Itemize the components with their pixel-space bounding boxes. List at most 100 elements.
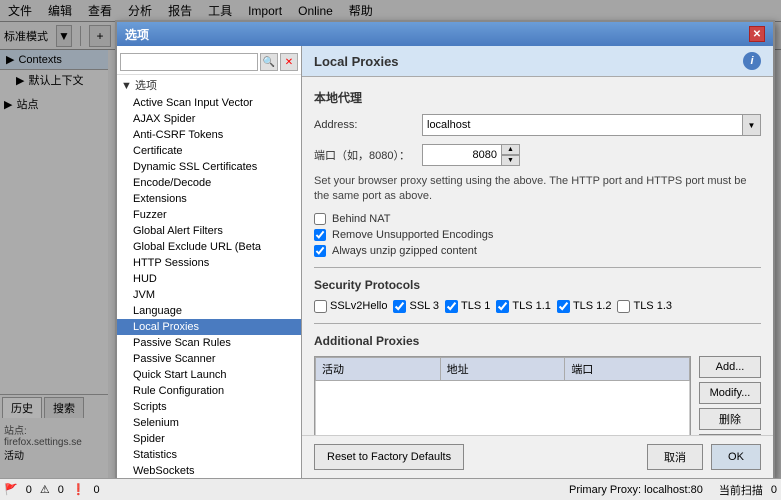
ssl3-checkbox[interactable] [393,300,406,313]
address-label: Address: [314,119,414,131]
tree-item-1[interactable]: AJAX Spider [117,111,301,127]
tree-item-3[interactable]: Certificate [117,143,301,159]
tree-item-16[interactable]: Passive Scanner [117,351,301,367]
port-input[interactable] [422,144,502,166]
port-down-btn[interactable]: ▼ [502,155,520,166]
address-row: Address: ▼ [314,114,761,136]
unzip-gzipped-label: Always unzip gzipped content [332,245,477,257]
address-combo: ▼ [422,114,761,136]
proxy-table: 活动 地址 端口 [315,357,690,435]
proxy-table-area: 活动 地址 端口 [314,356,761,435]
tree-item-7[interactable]: Fuzzer [117,207,301,223]
tree-item-6[interactable]: Extensions [117,191,301,207]
tree-item-8[interactable]: Global Alert Filters [117,223,301,239]
delete-proxy-button[interactable]: 删除 [699,408,761,430]
dialog-title: 选项 [125,26,149,43]
content-panel: Local Proxies i 本地代理 Address: ▼ [302,46,773,478]
tree-item-14[interactable]: Local Proxies [117,319,301,335]
warning-icon: ⚠ [40,483,50,496]
col-address[interactable]: 地址 [440,357,565,380]
tree-filter-input[interactable] [120,53,258,71]
options-tree: 🔍 ✕ ▼ 选项 Active Scan Input VectorAJAX Sp… [117,46,302,478]
content-panel-title: Local Proxies [314,54,399,69]
unzip-gzipped-checkbox[interactable] [314,245,326,257]
tree-item-5[interactable]: Encode/Decode [117,175,301,191]
footer-right-buttons: 取消 OK [647,444,761,470]
tree-item-21[interactable]: Spider [117,431,301,447]
cancel-button[interactable]: 取消 [647,444,703,470]
sslv2hello-label: SSLv2Hello [330,300,387,312]
warning-count: 0 [58,484,64,496]
tree-item-11[interactable]: HUD [117,271,301,287]
tls1-checkbox[interactable] [445,300,458,313]
tls13-checkbox[interactable] [617,300,630,313]
tree-item-13[interactable]: Language [117,303,301,319]
separator-2 [314,323,761,324]
tree-item-0[interactable]: Active Scan Input Vector [117,95,301,111]
tree-item-18[interactable]: Rule Configuration [117,383,301,399]
protocol-ssl3: SSL 3 [393,300,439,313]
tree-clear-icon[interactable]: ✕ [280,53,298,71]
ok-button[interactable]: OK [711,444,761,470]
scan-label: 当前扫描 [719,482,763,498]
address-input[interactable] [422,114,743,136]
content-header: Local Proxies i [302,46,773,77]
tree-item-23[interactable]: WebSockets [117,463,301,478]
security-protocols-title: Security Protocols [314,278,761,292]
tree-search-icon[interactable]: 🔍 [260,53,278,71]
dialog-footer: Reset to Factory Defaults 取消 OK [302,435,773,478]
local-proxy-section-title: 本地代理 [314,89,761,106]
tls12-label: TLS 1.2 [573,300,612,312]
tree-item-10[interactable]: HTTP Sessions [117,255,301,271]
address-dropdown-btn[interactable]: ▼ [743,114,761,136]
tree-item-9[interactable]: Global Exclude URL (Beta [117,239,301,255]
proxy-table-buttons: Add... Modify... 删除 启用所有 禁止所有 [699,356,761,435]
remove-encodings-row: Remove Unsupported Encodings [314,229,761,241]
add-proxy-button[interactable]: Add... [699,356,761,378]
table-empty-row [316,380,690,435]
dialog-title-bar: 选项 ✕ [117,22,773,46]
tree-item-17[interactable]: Quick Start Launch [117,367,301,383]
status-bar: 🚩 0 ⚠ 0 ❗ 0 Primary Proxy: localhost:80 … [0,478,781,500]
port-row: 端口（如，8080）： ▲ ▼ [314,144,761,166]
primary-proxy-label: Primary Proxy: localhost:80 [569,484,703,496]
port-label: 端口（如，8080）： [314,147,414,163]
protocol-sslv2hello: SSLv2Hello [314,300,387,313]
tree-root[interactable]: ▼ 选项 [117,75,301,95]
security-protocols: SSLv2Hello SSL 3 TLS 1 TLS 1.1 [314,300,761,313]
port-up-btn[interactable]: ▲ [502,144,520,155]
protocol-tls12: TLS 1.2 [557,300,612,313]
tls1-label: TLS 1 [461,300,490,312]
error-count: 0 [94,484,100,496]
tls11-checkbox[interactable] [496,300,509,313]
col-active[interactable]: 活动 [316,357,441,380]
behind-nat-checkbox[interactable] [314,213,326,225]
error-icon: ❗ [72,483,86,496]
unzip-gzipped-row: Always unzip gzipped content [314,245,761,257]
modify-proxy-button[interactable]: Modify... [699,382,761,404]
content-body: 本地代理 Address: ▼ 端口（如，8080）： [302,77,773,435]
tree-item-22[interactable]: Statistics [117,447,301,463]
tree-item-4[interactable]: Dynamic SSL Certificates [117,159,301,175]
options-dialog: 选项 ✕ 🔍 ✕ ▼ 选项 Active Scan Input VectorAJ… [115,20,775,480]
protocol-tls1: TLS 1 [445,300,490,313]
tree-item-2[interactable]: Anti-CSRF Tokens [117,127,301,143]
tls12-checkbox[interactable] [557,300,570,313]
alert-count: 0 [26,484,32,496]
tree-item-12[interactable]: JVM [117,287,301,303]
col-port[interactable]: 端口 [565,357,690,380]
tree-item-19[interactable]: Scripts [117,399,301,415]
sslv2hello-checkbox[interactable] [314,300,327,313]
additional-proxies-title: Additional Proxies [314,334,761,348]
reset-defaults-button[interactable]: Reset to Factory Defaults [314,444,464,470]
info-icon[interactable]: i [743,52,761,70]
dialog-close-button[interactable]: ✕ [749,26,765,42]
protocol-tls11: TLS 1.1 [496,300,551,313]
tls11-label: TLS 1.1 [512,300,551,312]
alert-icon: 🚩 [4,483,18,496]
ssl3-label: SSL 3 [409,300,439,312]
tree-item-15[interactable]: Passive Scan Rules [117,335,301,351]
protocol-tls13: TLS 1.3 [617,300,672,313]
remove-encodings-checkbox[interactable] [314,229,326,241]
tree-item-20[interactable]: Selenium [117,415,301,431]
